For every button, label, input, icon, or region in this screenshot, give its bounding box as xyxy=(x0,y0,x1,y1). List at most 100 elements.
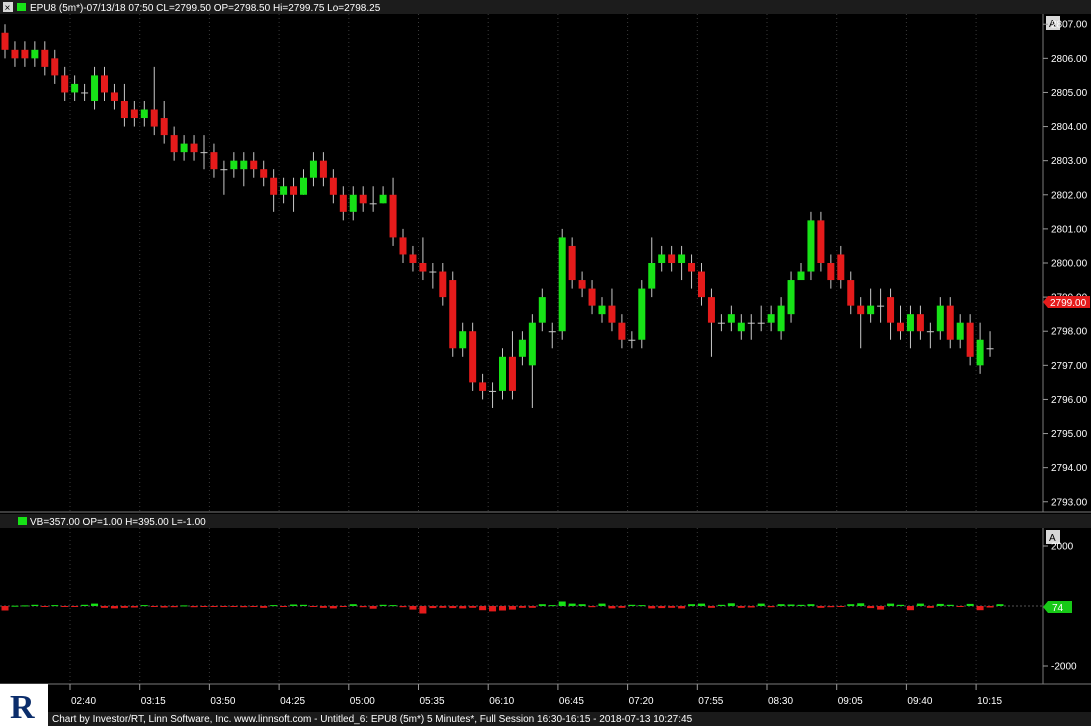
volume-bar xyxy=(658,606,666,609)
volume-bar xyxy=(936,603,944,606)
volume-bar xyxy=(11,605,19,607)
candle-body xyxy=(956,322,964,340)
candle-body xyxy=(857,305,865,315)
price-tick-label: 2800.00 xyxy=(1051,259,1088,270)
candle-body xyxy=(976,339,984,366)
candle-body xyxy=(369,203,377,205)
volume-bar xyxy=(717,604,725,606)
price-tick-label: 2793.00 xyxy=(1051,497,1088,508)
candle-body xyxy=(81,92,89,94)
volume-bar xyxy=(81,604,89,606)
volume-bar xyxy=(319,606,327,608)
volume-bar xyxy=(757,603,765,606)
volume-bar xyxy=(200,606,208,607)
candle-body xyxy=(528,322,536,366)
candle-body xyxy=(459,331,467,349)
candle-body xyxy=(508,356,516,391)
candle-body xyxy=(648,263,656,289)
volume-bar xyxy=(1,606,9,611)
volume-bar xyxy=(220,606,228,607)
time-tick-label: 05:00 xyxy=(350,696,375,707)
logo-letter: R xyxy=(10,689,35,726)
candle-body xyxy=(130,109,138,119)
volume-bar xyxy=(379,604,387,606)
volume-bar xyxy=(956,606,964,607)
candle-body xyxy=(31,49,39,59)
volume-bar xyxy=(419,606,427,614)
price-tick-label: 2803.00 xyxy=(1051,156,1088,167)
candle-body xyxy=(638,288,646,340)
volume-bar xyxy=(578,604,586,606)
volume-tick-label: -2000 xyxy=(1051,662,1077,673)
candle-body xyxy=(230,160,238,170)
candle-body xyxy=(399,237,407,255)
candle-body xyxy=(668,254,676,263)
candle-body xyxy=(419,263,427,272)
volume-bar xyxy=(329,606,337,609)
volume-bar xyxy=(518,606,526,608)
volume-bar xyxy=(698,603,705,606)
time-tick-label: 05:35 xyxy=(420,696,445,707)
candle-body xyxy=(41,49,49,67)
volume-series-icon xyxy=(18,517,27,525)
candle-body xyxy=(499,356,506,391)
volume-bar xyxy=(399,606,407,608)
volume-bar xyxy=(906,606,914,611)
volume-bar xyxy=(21,605,29,607)
candle-body xyxy=(120,100,128,119)
volume-bar xyxy=(737,606,745,608)
price-tick-label: 2801.00 xyxy=(1051,224,1088,235)
candle-body xyxy=(598,305,606,315)
candle-body xyxy=(578,280,586,289)
candle-body xyxy=(767,314,775,323)
candle-body xyxy=(240,160,248,170)
volume-bar xyxy=(170,606,178,608)
price-tick-label: 2802.00 xyxy=(1051,190,1088,201)
candle-body xyxy=(180,143,188,153)
price-tick-label: 2807.00 xyxy=(1051,20,1088,31)
candle-body xyxy=(887,297,895,323)
volume-bar xyxy=(479,606,487,611)
volume-bar xyxy=(877,606,885,610)
volume-bar xyxy=(747,606,755,608)
candle-body xyxy=(479,382,487,391)
volume-bar xyxy=(71,606,79,607)
volume-bar xyxy=(180,605,188,607)
volume-bar xyxy=(628,604,636,606)
candle-body xyxy=(140,109,148,119)
volume-bar xyxy=(727,603,735,606)
time-tick-label: 06:10 xyxy=(489,696,514,707)
candle-body xyxy=(807,220,815,272)
candle-body xyxy=(707,297,715,323)
volume-bar xyxy=(588,606,596,608)
candle-body xyxy=(558,237,566,332)
candle-body xyxy=(688,263,696,272)
candle-body xyxy=(966,322,974,357)
volume-bar xyxy=(150,606,158,607)
volume-bar xyxy=(449,606,457,609)
volume-bar xyxy=(349,604,357,606)
price-tick-label: 2795.00 xyxy=(1051,429,1088,440)
candle-body xyxy=(110,92,118,101)
candle-body xyxy=(797,271,805,281)
volume-bar xyxy=(409,606,417,610)
time-tick-label: 09:40 xyxy=(907,696,932,707)
candle-body xyxy=(220,169,228,171)
candle-body xyxy=(877,305,885,307)
candle-body xyxy=(210,152,218,170)
price-panel-header: EPU8 (5m*)-07/13/18 07:50 CL=2799.50 OP=… xyxy=(30,3,381,14)
candle-body xyxy=(817,220,825,263)
candle-body xyxy=(658,254,666,263)
candle-body xyxy=(717,322,725,324)
candle-body xyxy=(409,254,417,263)
volume-bar xyxy=(837,606,845,607)
volume-bar xyxy=(528,606,536,608)
last-volume-label: 74 xyxy=(1052,603,1064,614)
chart-canvas: × EPU8 (5m*)-07/13/18 07:50 CL=2799.50 O… xyxy=(0,0,1091,726)
volume-bar xyxy=(598,603,606,606)
time-tick-label: 07:20 xyxy=(629,696,654,707)
volume-bar xyxy=(767,606,775,608)
candle-body xyxy=(339,194,347,212)
volume-bar xyxy=(916,603,924,606)
volume-bar xyxy=(648,606,656,609)
